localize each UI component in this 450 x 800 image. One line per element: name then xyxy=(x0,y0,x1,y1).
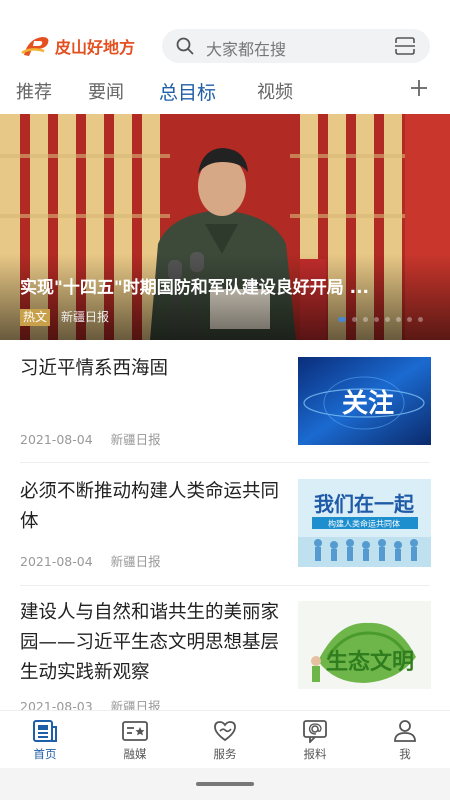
tab-general-goal[interactable]: 总目标 xyxy=(159,78,216,105)
carousel-dot xyxy=(385,317,390,322)
news-icon xyxy=(33,720,57,742)
news-source: 新疆日报 xyxy=(110,432,161,447)
tab-video[interactable]: 视频 xyxy=(257,78,293,104)
scan-icon[interactable] xyxy=(394,36,416,56)
carousel-dot xyxy=(396,317,401,322)
nav-label: 服务 xyxy=(213,747,237,761)
carousel-dot xyxy=(418,317,423,322)
app-header: 皮山好地方 大家都在搜 xyxy=(0,0,450,70)
banner-title[interactable]: 实现"十四五"时期国防和军队建设良好开局 ... xyxy=(20,273,420,298)
user-icon xyxy=(394,720,416,742)
search-placeholder: 大家都在搜 xyxy=(206,40,287,59)
home-indicator[interactable] xyxy=(196,782,254,786)
news-date: 2021-08-04 xyxy=(20,432,93,447)
channel-tabs: 推荐 要闻 总目标 视频 xyxy=(0,70,450,112)
nav-me[interactable]: 我 xyxy=(375,719,435,762)
news-meta: 2021-08-04 新疆日报 xyxy=(20,551,161,570)
thumb-caption: 我们在一起 xyxy=(314,492,415,516)
logo-text: 皮山好地方 xyxy=(55,38,136,57)
carousel-indicator xyxy=(338,317,423,323)
system-navigation-bar xyxy=(0,768,450,800)
news-thumbnail: 我们在一起 构建人类命运共同体 xyxy=(298,479,431,567)
news-title: 建设人与自然和谐共生的美丽家园——习近平生态文明思想基层生动实践新观察 xyxy=(20,602,280,683)
carousel-dot xyxy=(363,317,368,322)
news-title: 必须不断推动构建人类命运共同体 xyxy=(20,481,280,532)
nav-media[interactable]: 融媒 xyxy=(105,719,165,762)
nav-label: 融媒 xyxy=(123,747,147,761)
carousel-dot xyxy=(352,317,357,322)
tab-headlines[interactable]: 要闻 xyxy=(88,78,124,104)
nav-home[interactable]: 首页 xyxy=(15,719,75,762)
search-icon xyxy=(176,37,194,55)
app-logo[interactable]: 皮山好地方 xyxy=(20,30,135,62)
hot-tag-badge: 热文 xyxy=(20,309,51,326)
nav-label: 首页 xyxy=(33,747,57,761)
thumb-subcaption: 构建人类命运共同体 xyxy=(328,519,400,529)
news-source: 新疆日报 xyxy=(110,554,161,569)
thumb-caption: 生态文明 xyxy=(326,649,414,675)
report-icon xyxy=(303,720,327,743)
news-thumbnail: 关注 xyxy=(298,357,431,445)
headline-carousel[interactable] xyxy=(0,114,450,340)
nav-report[interactable]: 报料 xyxy=(285,719,345,762)
logo-icon xyxy=(20,33,54,59)
bottom-navigation: 首页 融媒 服务 报料 我 xyxy=(0,710,450,768)
nav-service[interactable]: 服务 xyxy=(195,719,255,762)
news-date: 2021-08-04 xyxy=(20,554,93,569)
heart-service-icon xyxy=(214,721,236,742)
nav-label: 报料 xyxy=(303,747,327,761)
search-bar[interactable]: 大家都在搜 xyxy=(162,29,430,63)
carousel-dot xyxy=(338,317,346,322)
news-list-item[interactable]: 建设人与自然和谐共生的美丽家园——习近平生态文明思想基层生动实践新观察 2021… xyxy=(0,586,450,714)
carousel-dot xyxy=(374,317,379,322)
news-meta: 2021-08-04 新疆日报 xyxy=(20,429,161,448)
carousel-dot xyxy=(407,317,412,322)
tab-recommend[interactable]: 推荐 xyxy=(16,78,52,104)
banner-source: 新疆日报 xyxy=(61,310,110,324)
news-list-item[interactable]: 必须不断推动构建人类命运共同体 2021-08-04 新疆日报 我们在一起 构建… xyxy=(0,463,450,585)
plus-icon[interactable] xyxy=(408,77,430,99)
news-title: 习近平情系西海固 xyxy=(20,358,169,379)
news-thumbnail: 生态文明 xyxy=(298,601,431,689)
thumb-caption: 关注 xyxy=(342,388,394,419)
nav-label: 我 xyxy=(399,747,411,761)
news-list-item[interactable]: 习近平情系西海固 2021-08-04 新疆日报 关注 xyxy=(0,340,450,462)
media-icon xyxy=(122,721,148,741)
